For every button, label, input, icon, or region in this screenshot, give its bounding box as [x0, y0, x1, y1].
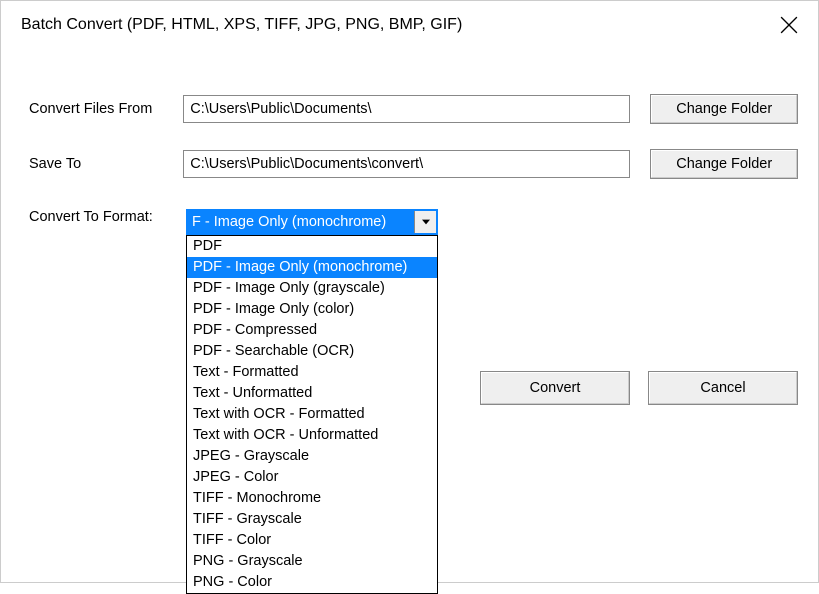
format-option[interactable]: Text - Formatted: [187, 362, 437, 383]
close-icon[interactable]: [780, 16, 798, 34]
format-option[interactable]: Text with OCR - Formatted: [187, 404, 437, 425]
bottom-button-bar: Convert Cancel: [480, 371, 798, 405]
format-row: Convert To Format: F - Image Only (monoc…: [21, 209, 798, 235]
format-combo-wrap: F - Image Only (monochrome) PDFPDF - Ima…: [186, 209, 438, 235]
save-to-label: Save To: [21, 156, 183, 172]
format-option[interactable]: PDF: [187, 236, 437, 257]
format-option[interactable]: PDF - Image Only (monochrome): [187, 257, 437, 278]
format-option[interactable]: TIFF - Monochrome: [187, 488, 437, 509]
format-selected-text: F - Image Only (monochrome): [188, 211, 414, 233]
convert-from-input[interactable]: [183, 95, 630, 123]
convert-button[interactable]: Convert: [480, 371, 630, 405]
titlebar: Batch Convert (PDF, HTML, XPS, TIFF, JPG…: [1, 1, 818, 49]
dialog-content: Convert Files From Change Folder Save To…: [1, 49, 818, 235]
window-title: Batch Convert (PDF, HTML, XPS, TIFF, JPG…: [21, 16, 462, 34]
format-option[interactable]: PNG - Grayscale: [187, 551, 437, 572]
change-folder-from-button[interactable]: Change Folder: [650, 94, 798, 124]
format-option[interactable]: JPEG - Color: [187, 467, 437, 488]
format-option[interactable]: PDF - Compressed: [187, 320, 437, 341]
format-dropdown[interactable]: PDFPDF - Image Only (monochrome)PDF - Im…: [186, 235, 438, 594]
format-option[interactable]: TIFF - Color: [187, 530, 437, 551]
format-option[interactable]: Text - Unformatted: [187, 383, 437, 404]
save-to-row: Save To Change Folder: [21, 149, 798, 179]
change-folder-save-button[interactable]: Change Folder: [650, 149, 798, 179]
format-label: Convert To Format:: [21, 209, 186, 225]
format-combobox[interactable]: F - Image Only (monochrome): [186, 209, 438, 235]
format-option[interactable]: Text with OCR - Unformatted: [187, 425, 437, 446]
format-option[interactable]: JPEG - Grayscale: [187, 446, 437, 467]
format-option[interactable]: TIFF - Grayscale: [187, 509, 437, 530]
cancel-button[interactable]: Cancel: [648, 371, 798, 405]
convert-from-row: Convert Files From Change Folder: [21, 94, 798, 124]
format-option[interactable]: PDF - Image Only (color): [187, 299, 437, 320]
batch-convert-dialog: Batch Convert (PDF, HTML, XPS, TIFF, JPG…: [0, 0, 819, 583]
format-option[interactable]: PDF - Image Only (grayscale): [187, 278, 437, 299]
save-to-input[interactable]: [183, 150, 630, 178]
chevron-down-icon[interactable]: [414, 211, 436, 233]
format-option[interactable]: PDF - Searchable (OCR): [187, 341, 437, 362]
convert-from-label: Convert Files From: [21, 101, 183, 117]
